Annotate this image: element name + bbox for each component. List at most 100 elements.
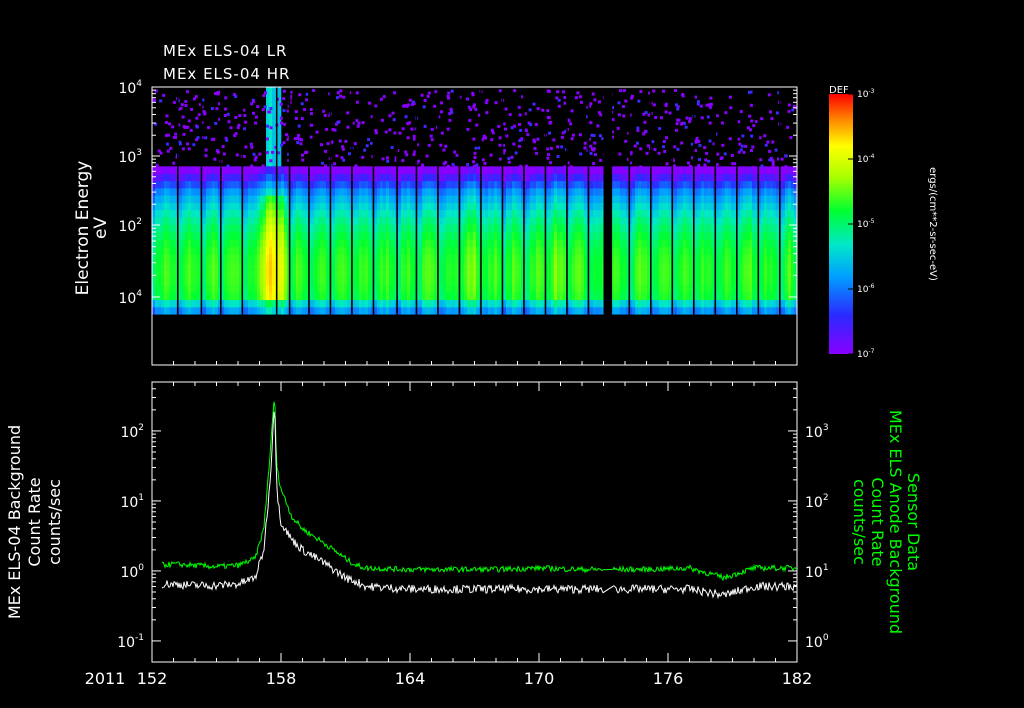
spectrogram-cell — [248, 209, 252, 218]
spectrogram-cell — [461, 307, 465, 315]
spectrogram-cell — [518, 180, 522, 189]
spectrogram-cell — [206, 180, 210, 189]
spectrogram-cell — [455, 217, 459, 225]
spectrogram-cell — [347, 277, 351, 286]
spectrogram-cell — [632, 166, 636, 174]
spectrogram-cell — [620, 202, 624, 211]
spectrogram-cell — [293, 262, 297, 270]
spectrogram-cell — [503, 166, 507, 174]
spectrogram-cell — [266, 188, 270, 196]
speckle-pixel — [336, 121, 340, 125]
spectrogram-cell — [710, 239, 714, 248]
spectrogram-cell — [539, 231, 543, 240]
spectrogram-cell — [440, 195, 444, 203]
spectrogram-cell — [386, 209, 390, 218]
spectrogram-cell — [368, 224, 372, 233]
spectrogram-cell — [398, 231, 402, 240]
spectrogram-cell — [158, 188, 162, 196]
spectrogram-cell — [719, 195, 723, 203]
spectrogram-cell — [383, 292, 387, 301]
spectrogram-cell — [236, 239, 240, 248]
spectrogram-cell — [449, 254, 453, 263]
spectrogram-cell — [653, 277, 657, 286]
spectrogram-cell — [746, 231, 750, 240]
spectrogram-cell — [767, 195, 771, 203]
spectrogram-cell — [446, 202, 450, 211]
speckle-pixel — [660, 116, 664, 120]
spectrogram-cell — [173, 224, 177, 233]
spectrogram-cell — [470, 292, 474, 301]
spectrogram-cell — [728, 209, 732, 218]
spectrogram-cell — [203, 239, 207, 248]
spectrogram-cell — [434, 166, 438, 174]
spectrogram-cell — [179, 277, 183, 286]
spectrogram-cell — [314, 307, 318, 315]
spectrogram-cell — [581, 284, 585, 293]
spectrogram-cell — [590, 195, 594, 203]
spectrogram-cell — [215, 180, 219, 189]
spectrogram-cell — [299, 307, 303, 315]
spectrogram-cell — [584, 224, 588, 233]
spectrogram-cell — [185, 239, 189, 248]
spectrogram-cell — [617, 269, 621, 278]
spectrogram-cell — [425, 262, 429, 270]
speckle-pixel — [591, 92, 595, 96]
spectrogram-cell — [527, 262, 531, 270]
spectrogram-cell — [281, 262, 285, 270]
spectrogram-cell — [476, 254, 480, 263]
spectrogram-cell — [767, 173, 771, 182]
spectrogram-cell — [482, 246, 486, 255]
speckle-pixel — [365, 144, 369, 148]
spectrogram-cell — [341, 269, 345, 278]
spectrogram-cell — [785, 254, 789, 263]
spectrogram-cell — [389, 246, 393, 255]
spectrogram-cell — [296, 239, 300, 248]
spectrogram-cell — [506, 217, 510, 225]
spectrogram-cell — [212, 188, 216, 196]
speckle-pixel — [412, 153, 416, 157]
speckle-pixel — [238, 114, 242, 118]
spectrogram-cell — [161, 292, 165, 301]
spectrogram-cell — [269, 277, 273, 286]
spectrogram-cell — [365, 246, 369, 255]
spectrogram-cell — [182, 209, 186, 218]
spectrogram-cell — [509, 173, 513, 182]
speckle-pixel — [644, 110, 648, 114]
speckle-pixel — [721, 121, 725, 125]
spectrogram-cell — [599, 239, 603, 248]
spectrogram-cell — [791, 277, 795, 286]
spectrogram-cell — [620, 239, 624, 248]
spectrogram-cell — [170, 277, 174, 286]
spectrogram-cell — [764, 284, 768, 293]
spectrogram-cell — [575, 254, 579, 263]
spectrogram-cell — [233, 202, 237, 211]
speckle-pixel — [786, 125, 790, 129]
spectrogram-cell — [497, 188, 501, 196]
spectrogram-cell — [473, 262, 477, 270]
speckle-pixel — [301, 153, 305, 157]
spectrogram-cell — [293, 277, 297, 286]
spectrogram-cell — [164, 202, 168, 211]
spectrogram-cell — [533, 292, 537, 301]
speckle-pixel — [423, 124, 427, 128]
spectrogram-cell — [716, 307, 720, 315]
spectrogram-cell — [461, 239, 465, 248]
spectrogram-cell — [320, 277, 324, 286]
spectrogram-cell — [518, 292, 522, 301]
spectrogram-cell — [530, 180, 534, 189]
spectrogram-cell — [614, 284, 618, 293]
spectrogram-cell — [743, 239, 747, 248]
spectrogram-cell — [374, 254, 378, 263]
spectrogram-cell — [770, 188, 774, 196]
spectrogram-cell — [668, 277, 672, 286]
spectrogram-cell — [155, 254, 159, 263]
spectrogram-cell — [539, 307, 543, 315]
spectrogram-cell — [398, 269, 402, 278]
spectrogram-cell — [644, 180, 648, 189]
speckle-pixel — [309, 112, 313, 116]
spectrogram-cell — [659, 246, 663, 255]
spectrogram-cell — [365, 239, 369, 248]
spectrogram-cell — [620, 180, 624, 189]
speckle-pixel — [447, 91, 451, 95]
spectrogram-cell — [728, 246, 732, 255]
